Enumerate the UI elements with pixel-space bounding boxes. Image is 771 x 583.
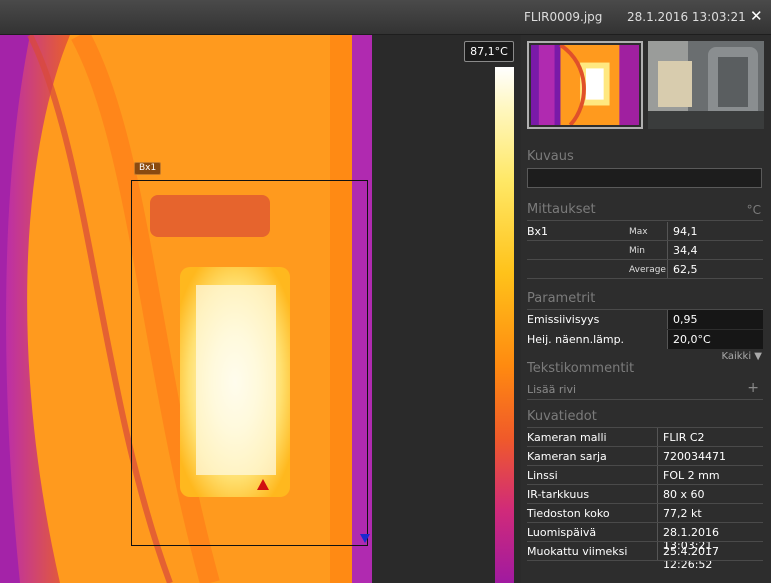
image-info-row: Tiedoston koko 77,2 kt	[527, 504, 763, 523]
section-mittaukset: Mittaukset	[527, 202, 596, 217]
thermal-thumbnail-image	[531, 45, 639, 125]
parameter-row-emissivity[interactable]: Emissiivisyys 0,95	[527, 310, 763, 329]
image-info-row: Kameran sarja 720034471	[527, 447, 763, 466]
measurement-row[interactable]: Average 62,5	[527, 260, 763, 279]
thermal-thumbnail[interactable]	[527, 41, 643, 129]
divider	[527, 220, 763, 221]
info-label: Tiedoston koko	[527, 507, 610, 520]
divider	[667, 260, 668, 279]
divider	[657, 523, 658, 542]
measurement-box[interactable]	[131, 180, 368, 546]
divider	[657, 504, 658, 523]
measurement-value: 34,4	[673, 244, 698, 257]
info-value: 77,2 kt	[663, 507, 702, 520]
scale-max-label[interactable]: 87,1°C	[464, 41, 514, 62]
divider	[667, 241, 668, 260]
image-info-row: Kameran malli FLIR C2	[527, 428, 763, 447]
triangle-up-icon	[257, 479, 269, 490]
info-label: Linssi	[527, 469, 558, 482]
visual-thumbnail[interactable]	[648, 41, 764, 129]
add-row-link[interactable]: Lisää rivi	[527, 383, 576, 396]
parameter-label: Heij. näenn.lämp.	[527, 333, 625, 346]
triangle-down-icon	[360, 534, 370, 543]
thermal-image-viewer[interactable]: Bx1	[0, 35, 372, 583]
visual-thumbnail-image	[648, 41, 764, 129]
parameter-row-reflected-temp[interactable]: Heij. näenn.lämp. 20,0°C	[527, 330, 763, 349]
divider	[667, 222, 668, 241]
divider	[657, 447, 658, 466]
file-datetime: 28.1.2016 13:03:21	[627, 10, 746, 24]
info-value: 80 x 60	[663, 488, 705, 501]
divider	[657, 485, 658, 504]
measurement-stat: Average	[629, 265, 666, 275]
measurement-row[interactable]: Bx1 Max 94,1	[527, 222, 763, 241]
info-label: Muokattu viimeksi	[527, 545, 628, 558]
plus-icon[interactable]: +	[747, 380, 759, 396]
measurement-unit: °C	[746, 203, 761, 217]
reflected-temp-field[interactable]: 20,0°C	[667, 330, 763, 349]
section-kuvaus: Kuvaus	[527, 149, 574, 164]
box-label: Bx1	[134, 162, 162, 175]
show-all-dropdown[interactable]: Kaikki ▼	[721, 351, 762, 362]
close-icon[interactable]: ✕	[750, 7, 763, 25]
info-label: IR-tarkkuus	[527, 488, 590, 501]
info-value: 25.4.2017 12:26:52	[663, 545, 719, 571]
divider	[657, 428, 658, 447]
measurement-row[interactable]: Min 34,4	[527, 241, 763, 260]
description-input[interactable]	[527, 168, 762, 188]
info-value: 720034471	[663, 450, 726, 463]
info-value: FOL 2 mm	[663, 469, 720, 482]
parameter-label: Emissiivisyys	[527, 313, 600, 326]
section-kuvatiedot: Kuvatiedot	[527, 409, 597, 424]
measurement-value: 62,5	[673, 263, 698, 276]
divider	[527, 278, 763, 279]
image-info-row: IR-tarkkuus 80 x 60	[527, 485, 763, 504]
info-panel: Kuvaus Mittaukset °C Bx1 Max 94,1 Min 34…	[521, 35, 771, 583]
title-bar: FLIR0009.jpg 28.1.2016 13:03:21 ✕	[0, 0, 771, 35]
divider	[527, 560, 763, 561]
measurement-stat: Max	[629, 227, 648, 237]
divider	[657, 542, 658, 561]
info-label: Kameran sarja	[527, 450, 607, 463]
info-label: Luomispäivä	[527, 526, 597, 539]
info-label: Kameran malli	[527, 431, 607, 444]
measurement-stat: Min	[629, 246, 645, 256]
measurement-name: Bx1	[527, 225, 549, 238]
divider	[527, 399, 763, 400]
image-info-row: Muokattu viimeksi 25.4.2017 12:26:52	[527, 542, 763, 571]
image-info-row: Luomispäivä 28.1.2016 13:03:21	[527, 523, 763, 552]
section-parametrit: Parametrit	[527, 291, 596, 306]
image-info-row: Linssi FOL 2 mm	[527, 466, 763, 485]
temperature-scale-bar	[495, 67, 514, 583]
emissivity-field[interactable]: 0,95	[667, 310, 763, 329]
section-tekstikommentit: Tekstikommentit	[527, 361, 635, 376]
info-value: FLIR C2	[663, 431, 705, 444]
divider	[657, 466, 658, 485]
file-name: FLIR0009.jpg	[524, 10, 603, 24]
measurement-value: 94,1	[673, 225, 698, 238]
